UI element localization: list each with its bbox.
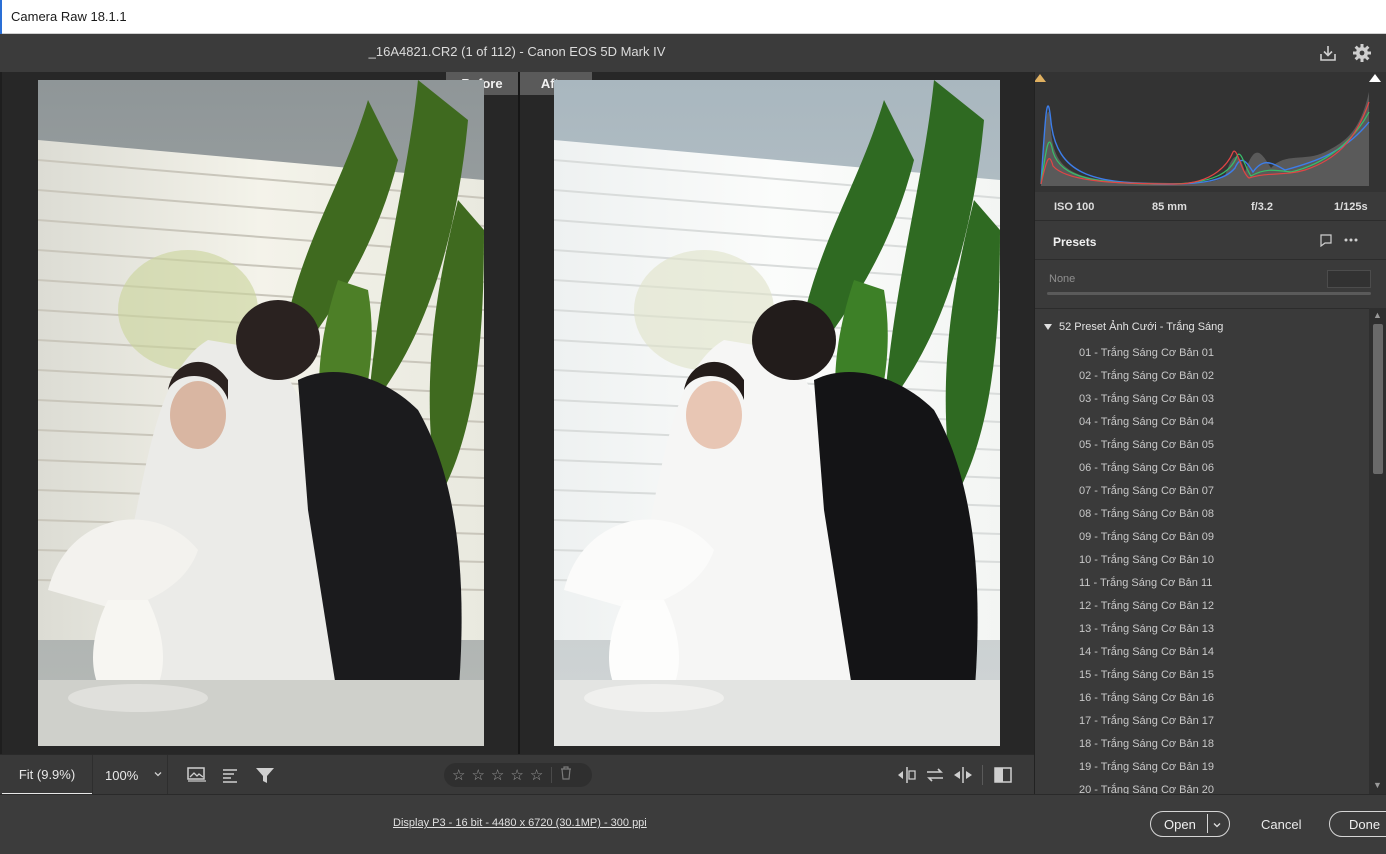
preset-item[interactable]: 19 - Trắng Sáng Cơ Bản 19 — [1079, 760, 1214, 783]
preset-item[interactable]: 03 - Trắng Sáng Cơ Bản 03 — [1079, 392, 1214, 415]
preset-item[interactable]: 04 - Trắng Sáng Cơ Bản 04 — [1079, 415, 1214, 438]
preset-amount-slider[interactable] — [1047, 292, 1371, 295]
preset-item[interactable]: 07 - Trắng Sáng Cơ Bản 07 — [1079, 484, 1214, 507]
camera-raw-window: Camera Raw 18.1.1 _16A4821.CR2 (1 of 112… — [0, 0, 1386, 854]
done-button[interactable]: Done — [1329, 811, 1386, 837]
footer-bar: Display P3 - 16 bit - 4480 x 6720 (30.1M… — [0, 794, 1386, 854]
triangle-down-icon — [1044, 324, 1052, 330]
preset-item[interactable]: 15 - Trắng Sáng Cơ Bản 15 — [1079, 668, 1214, 691]
exif-aperture: f/3.2 — [1251, 201, 1274, 213]
preset-item[interactable]: 10 - Trắng Sáng Cơ Bản 10 — [1079, 553, 1214, 576]
preset-item[interactable]: 11 - Trắng Sáng Cơ Bản 11 — [1079, 576, 1212, 599]
zoom-value: 100% — [105, 767, 139, 783]
preset-item[interactable]: 09 - Trắng Sáng Cơ Bản 09 — [1079, 530, 1214, 553]
histogram — [1034, 72, 1386, 192]
preset-item[interactable]: 18 - Trắng Sáng Cơ Bản 18 — [1079, 737, 1214, 760]
preset-group[interactable]: 52 Preset Ảnh Cưới - Trắng Sáng — [1043, 321, 1223, 333]
filter-icon[interactable] — [252, 763, 278, 787]
view-toolbar: Fit (9.9%) 100% ☆ ☆ ☆ ☆ ☆ — [0, 754, 1034, 795]
preset-item[interactable]: 20 - Trắng Sáng Cơ Bản 20 — [1079, 783, 1214, 794]
preset-item[interactable]: 08 - Trắng Sáng Cơ Bản 08 — [1079, 507, 1214, 530]
workflow-options-link[interactable]: Display P3 - 16 bit - 4480 x 6720 (30.1M… — [393, 817, 647, 829]
trash-icon[interactable] — [560, 766, 572, 784]
star-icon[interactable]: ☆ — [491, 766, 504, 784]
rating-separator — [551, 767, 553, 783]
open-button-label: Open — [1164, 816, 1196, 832]
presets-header: Presets — [1035, 220, 1386, 260]
more-options-icon[interactable] — [1343, 233, 1359, 252]
chevron-down-icon[interactable] — [1212, 818, 1222, 833]
compare-layout-icon[interactable] — [894, 763, 920, 787]
before-after-divider — [518, 72, 520, 754]
preset-amount: None — [1035, 260, 1386, 308]
exif-shutter: 1/125s — [1334, 201, 1368, 213]
preset-item[interactable]: 06 - Trắng Sáng Cơ Bản 06 — [1079, 461, 1214, 484]
window-title: Camera Raw 18.1.1 — [11, 9, 127, 24]
image-viewer: Before After — [0, 72, 1034, 754]
preset-scrollbar[interactable]: ▲ ▼ — [1369, 308, 1386, 794]
swap-icon[interactable] — [922, 763, 948, 787]
scrollbar-thumb[interactable] — [1373, 324, 1383, 474]
toolbar-separator — [982, 765, 983, 785]
star-icon[interactable]: ☆ — [530, 766, 543, 784]
open-split-divider — [1207, 814, 1208, 833]
star-icon[interactable]: ☆ — [510, 766, 523, 784]
star-icon[interactable]: ☆ — [452, 766, 465, 784]
preset-amount-input[interactable] — [1327, 270, 1371, 288]
preset-item[interactable]: 17 - Trắng Sáng Cơ Bản 17 — [1079, 714, 1214, 737]
after-photo[interactable] — [554, 80, 1000, 746]
preset-item[interactable]: 02 - Trắng Sáng Cơ Bản 02 — [1079, 369, 1214, 392]
scroll-up-icon[interactable]: ▲ — [1373, 310, 1382, 320]
exif-focal-length: 85 mm — [1152, 201, 1187, 213]
right-panel: ISO 100 85 mm f/3.2 1/125s Presets None … — [1034, 72, 1386, 794]
window-accent — [0, 0, 2, 34]
file-name: _16A4821.CR2 (1 of 112) - Canon EOS 5D M… — [368, 44, 666, 59]
before-photo[interactable] — [38, 80, 484, 746]
exif-info: ISO 100 85 mm f/3.2 1/125s — [1035, 196, 1386, 218]
file-header: _16A4821.CR2 (1 of 112) - Canon EOS 5D M… — [0, 34, 1386, 72]
cancel-button[interactable]: Cancel — [1261, 817, 1301, 832]
download-icon[interactable] — [1316, 41, 1340, 65]
star-icon[interactable]: ☆ — [471, 766, 484, 784]
gear-icon[interactable] — [1350, 41, 1374, 65]
open-button[interactable]: Open — [1150, 811, 1230, 837]
preset-amount-label: None — [1049, 273, 1076, 285]
preset-list: 52 Preset Ảnh Cưới - Trắng Sáng 01 - Trắ… — [1035, 308, 1369, 794]
before-after-toggle-icon[interactable] — [990, 763, 1016, 787]
zoom-dropdown[interactable]: 100% — [92, 755, 168, 795]
preset-item[interactable]: 01 - Trắng Sáng Cơ Bản 01 — [1079, 346, 1214, 369]
star-rating: ☆ ☆ ☆ ☆ ☆ — [444, 763, 592, 787]
scroll-down-icon[interactable]: ▼ — [1373, 780, 1382, 790]
copy-settings-icon[interactable] — [950, 763, 976, 787]
preset-item[interactable]: 05 - Trắng Sáng Cơ Bản 05 — [1079, 438, 1214, 461]
chevron-down-icon — [153, 767, 163, 782]
preset-item[interactable]: 12 - Trắng Sáng Cơ Bản 12 — [1079, 599, 1214, 622]
new-preset-icon[interactable] — [1319, 233, 1333, 252]
image-settings-icon[interactable] — [184, 763, 210, 787]
preset-group-name: 52 Preset Ảnh Cưới - Trắng Sáng — [1059, 321, 1224, 333]
preset-item[interactable]: 16 - Trắng Sáng Cơ Bản 16 — [1079, 691, 1214, 714]
sort-icon[interactable] — [218, 763, 244, 787]
title-bar: Camera Raw 18.1.1 — [0, 0, 1386, 34]
exif-iso: ISO 100 — [1054, 201, 1095, 213]
preset-item[interactable]: 14 - Trắng Sáng Cơ Bản 14 — [1079, 645, 1214, 668]
presets-title: Presets — [1053, 235, 1097, 249]
preset-item[interactable]: 13 - Trắng Sáng Cơ Bản 13 — [1079, 622, 1214, 645]
fit-zoom-button[interactable]: Fit (9.9%) — [2, 755, 92, 795]
